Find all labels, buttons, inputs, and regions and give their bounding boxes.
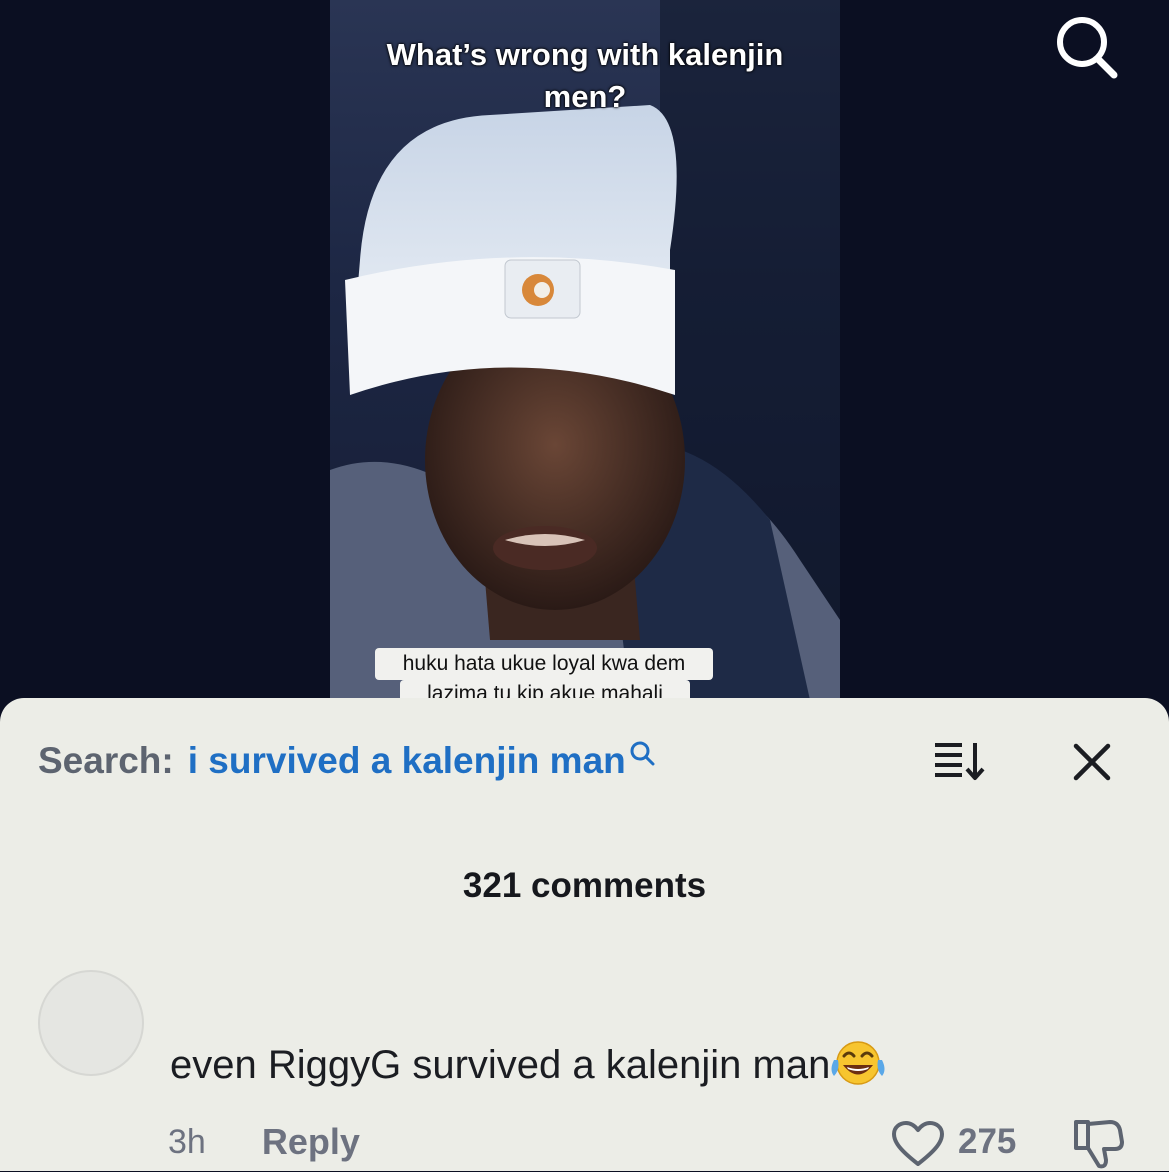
comment-count: 321 comments: [462, 866, 707, 905]
thumbs-down-icon[interactable]: [1070, 1116, 1126, 1172]
video-caption-line2: lazima tu kip akue mahali: [400, 680, 690, 700]
avatar[interactable]: [38, 970, 144, 1076]
comments-sheet: Search: i survived a kalenjin man 321 co…: [0, 698, 1169, 1171]
comment-search-bar[interactable]: Search: i survived a kalenjin man: [38, 738, 656, 784]
search-query-link[interactable]: i survived a kalenjin man: [188, 740, 626, 782]
video-stage: What’s wrong with kalenjin men? huku hat…: [0, 0, 1169, 700]
reply-button[interactable]: Reply: [262, 1121, 360, 1163]
video-player[interactable]: What’s wrong with kalenjin men? huku hat…: [330, 0, 840, 700]
tears-of-joy-icon: [831, 1041, 885, 1085]
heart-icon[interactable]: [890, 1120, 946, 1168]
close-icon[interactable]: [1068, 738, 1116, 786]
comment-text: even RiggyG survived a kalenjin man: [170, 1043, 831, 1087]
search-label: Search:: [38, 740, 174, 781]
video-title: What’s wrong with kalenjin men?: [386, 37, 784, 114]
sort-icon[interactable]: [932, 740, 988, 782]
comment-meta: 3h Reply: [168, 1118, 360, 1166]
search-query-icon: [630, 741, 655, 766]
search-icon[interactable]: [1052, 12, 1122, 82]
comment-timestamp: 3h: [168, 1122, 206, 1161]
video-caption-line1: huku hata ukue loyal kwa dem: [375, 648, 713, 680]
like-count: 275: [958, 1122, 1017, 1161]
comment-body: even RiggyG survived a kalenjin man: [170, 1038, 886, 1089]
